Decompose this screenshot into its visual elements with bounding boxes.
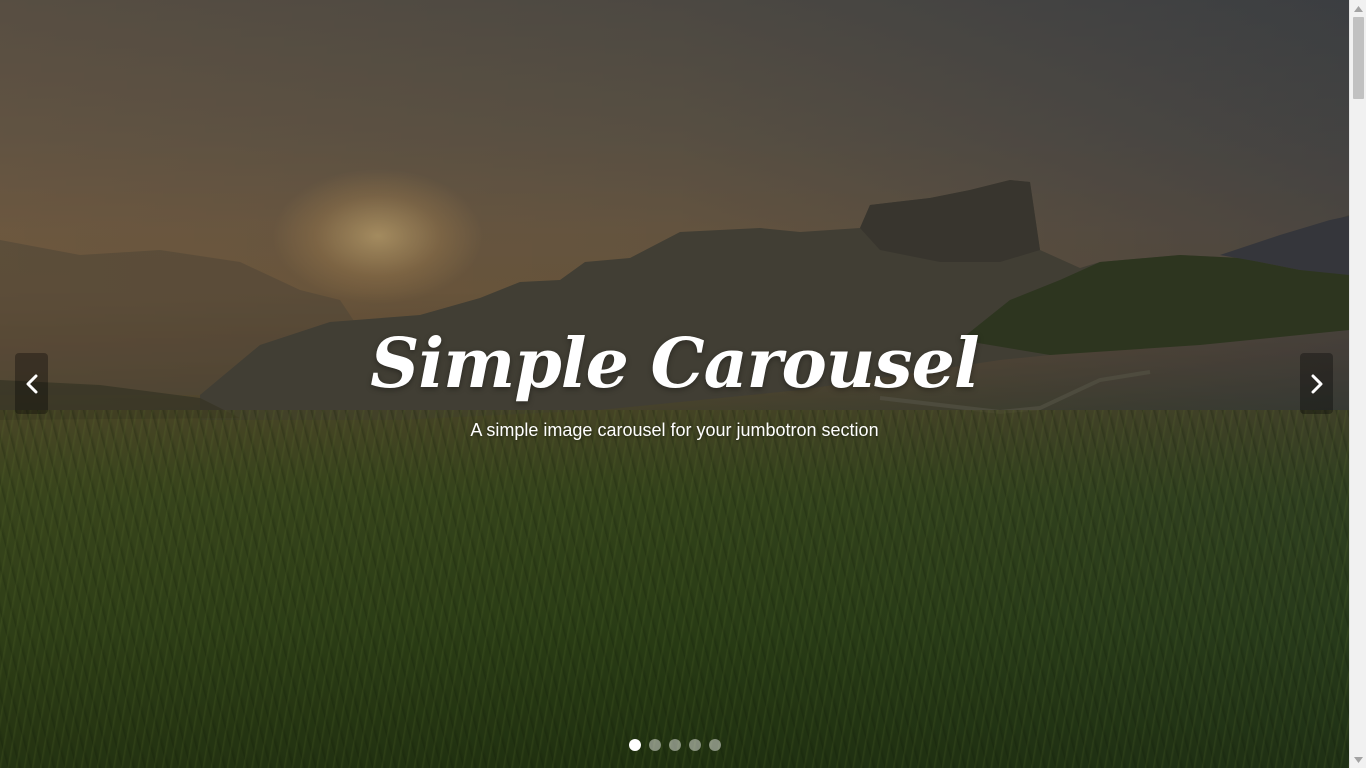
scrollbar-thumb[interactable] [1353,17,1364,99]
chevron-right-icon [1311,374,1322,393]
indicator-dot-2[interactable] [648,739,661,751]
triangle-down-icon [1354,756,1363,763]
carousel-title: Simple Carousel [370,324,979,404]
carousel-indicators [0,739,1349,751]
carousel: Simple Carousel A simple image carousel … [0,0,1349,768]
vertical-scrollbar[interactable] [1349,0,1366,768]
indicator-dot-1[interactable] [628,739,641,751]
chevron-left-icon [26,374,37,393]
next-slide-button[interactable] [1300,353,1333,414]
previous-slide-button[interactable] [15,353,48,414]
triangle-up-icon [1354,5,1363,12]
scroll-down-button[interactable] [1350,751,1366,768]
carousel-caption: Simple Carousel A simple image carousel … [0,318,1349,442]
indicator-dot-4[interactable] [688,739,701,751]
indicator-dot-5[interactable] [708,739,721,751]
carousel-subtitle: A simple image carousel for your jumbotr… [470,420,879,440]
scroll-up-button[interactable] [1350,0,1366,17]
indicator-dot-3[interactable] [668,739,681,751]
